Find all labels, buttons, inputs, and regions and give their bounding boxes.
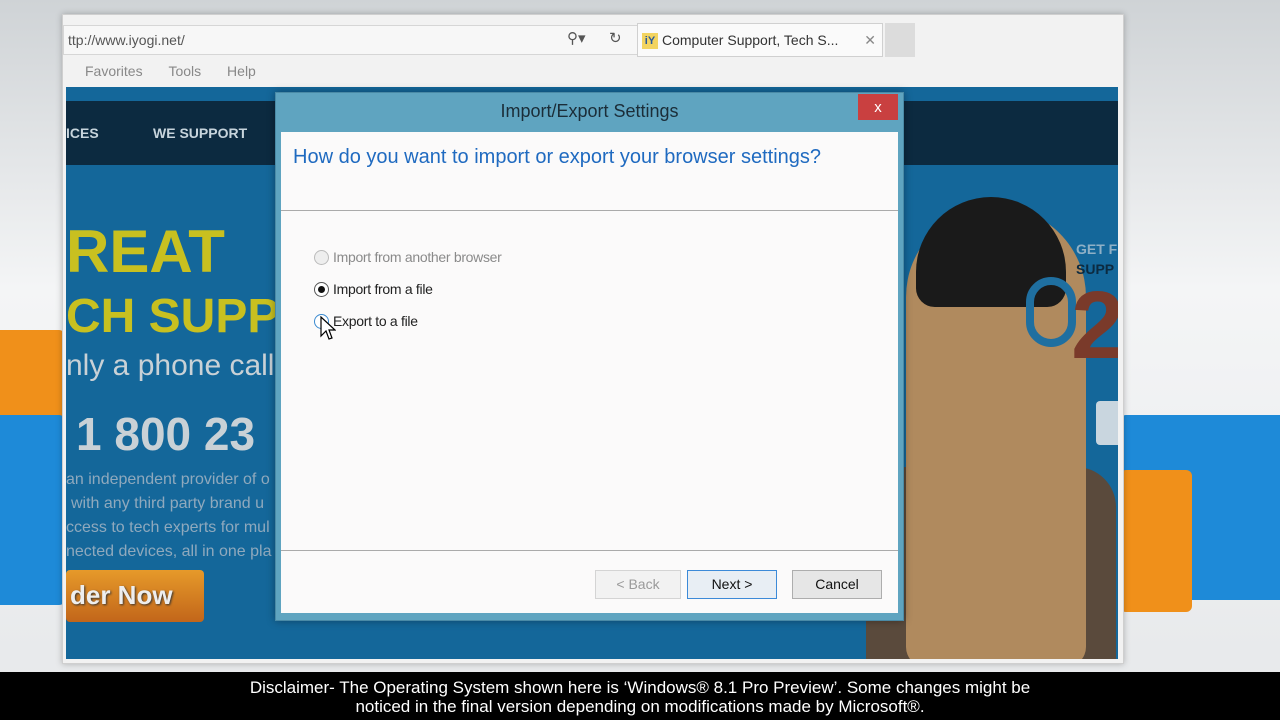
caption-line-1: Disclaimer- The Operating System shown h… — [249, 678, 1031, 697]
side-get: GET F — [1076, 241, 1118, 257]
dialog-title: Import/Export Settings — [500, 101, 679, 121]
radio-import-browser[interactable] — [314, 249, 329, 265]
desktop-blue-shape-left — [0, 415, 65, 605]
tab-title: Computer Support, Tech S... — [662, 32, 839, 48]
option-label: Import from a file — [333, 281, 433, 297]
nav-item-services[interactable]: ICES — [66, 125, 99, 141]
radio-import-file[interactable] — [314, 281, 329, 297]
desc-1: an independent provider of o — [66, 471, 270, 488]
back-button[interactable]: < Back — [595, 570, 681, 599]
nav-item-we-support[interactable]: WE SUPPORT — [153, 125, 247, 141]
next-button[interactable]: Next > — [687, 570, 777, 599]
address-text: ttp://www.iyogi.net/ — [68, 32, 185, 48]
option-import-file[interactable]: Import from a file — [314, 281, 433, 297]
menu-bar: Favorites Tools Help — [63, 63, 663, 87]
divider — [281, 550, 898, 551]
desktop-orange-shape-right — [1120, 470, 1192, 612]
new-tab-button[interactable] — [885, 23, 915, 57]
menu-favorites[interactable]: Favorites — [85, 63, 143, 79]
dialog-body: How do you want to import or export your… — [281, 132, 898, 613]
browser-tab[interactable]: iY Computer Support, Tech S... ✕ — [637, 23, 883, 57]
bbb-badge — [1096, 401, 1118, 445]
menu-help[interactable]: Help — [227, 63, 256, 79]
menu-tools[interactable]: Tools — [168, 63, 201, 79]
desc-2: with any third party brand u — [71, 495, 264, 512]
headset-icon — [1026, 277, 1076, 347]
favicon: iY — [642, 33, 658, 50]
hero-heading-1: REAT — [66, 218, 225, 285]
option-label: Export to a file — [333, 313, 418, 329]
desc-4: nected devices, all in one pla — [66, 543, 272, 560]
option-import-browser[interactable]: Import from another browser — [314, 249, 502, 265]
caption-line-2: noticed in the final version depending o… — [355, 697, 925, 716]
phone-number: 1 800 23 — [76, 408, 256, 460]
refresh-icon[interactable]: ↻ — [609, 29, 622, 47]
import-export-dialog: Import/Export Settings x How do you want… — [275, 92, 904, 621]
dialog-question: How do you want to import or export your… — [293, 146, 822, 168]
close-button[interactable]: x — [858, 94, 898, 120]
desc-3: ccess to tech experts for mul — [66, 519, 270, 536]
hero-heading-2: CH SUPP — [66, 290, 280, 343]
address-bar[interactable]: ttp://www.iyogi.net/ — [63, 25, 693, 55]
mouse-cursor-icon — [320, 316, 336, 340]
side-number: 2 — [1071, 272, 1118, 379]
close-tab-icon[interactable]: ✕ — [864, 32, 876, 49]
search-icon[interactable]: ⚲▾ — [567, 29, 586, 47]
hero-subtitle: nly a phone call — [66, 349, 275, 382]
order-now-button[interactable]: der Now — [66, 570, 204, 622]
disclaimer-caption: Disclaimer- The Operating System shown h… — [0, 672, 1280, 720]
cancel-button[interactable]: Cancel — [792, 570, 882, 599]
option-label: Import from another browser — [333, 249, 502, 265]
divider — [281, 210, 898, 211]
desktop-orange-shape-left — [0, 330, 65, 420]
